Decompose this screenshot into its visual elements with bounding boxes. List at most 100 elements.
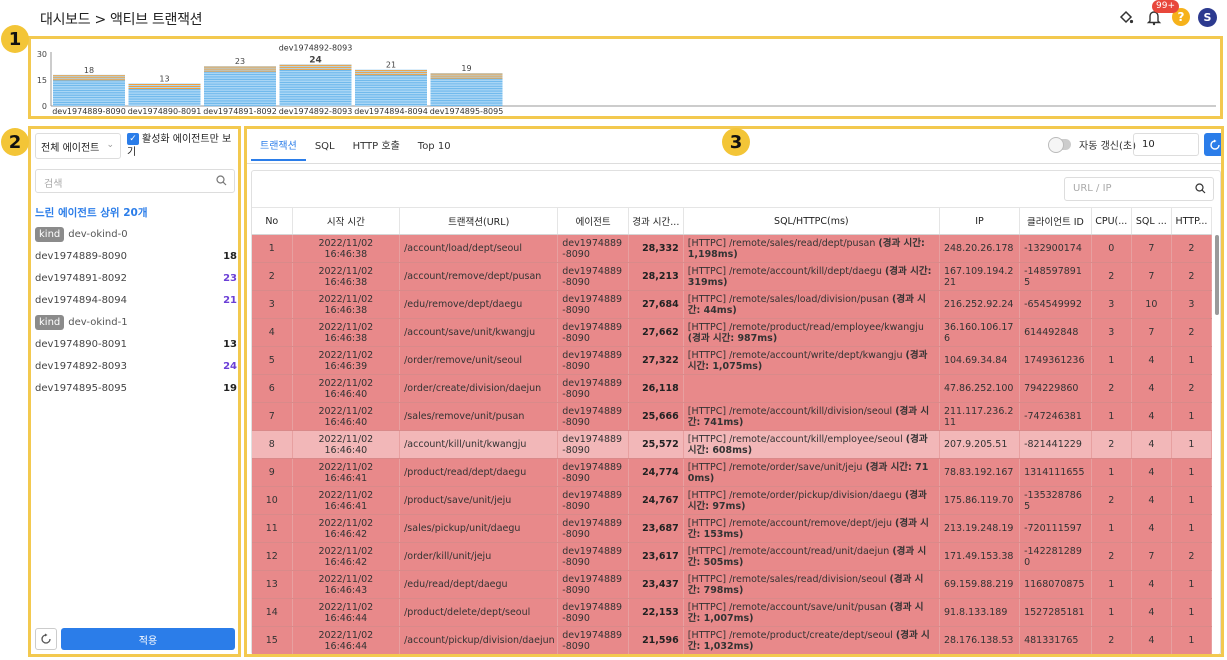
sql-text: [HTTPC] /remote/account/kill/employee/se… xyxy=(687,433,906,445)
table-row[interactable]: 3 2022/11/02 16:46:38/edu/remove/dept/dae… xyxy=(252,290,1213,319)
url-ip-search-input[interactable]: URL / IP xyxy=(1064,177,1214,201)
cell-start-time: 2022/11/02 16:46:43 xyxy=(292,570,401,599)
cell-cpu: 1 xyxy=(1091,598,1132,627)
sql-text: [HTTPC] /remote/sales/read/dept/pusan xyxy=(687,237,879,249)
agent-list-item[interactable]: dev1974891-8092 23 xyxy=(35,267,237,289)
table-row[interactable]: 8 2022/11/02 16:46:40/account/kill/unit/k… xyxy=(252,430,1213,459)
cell-cpu: 1 xyxy=(1091,514,1132,543)
column-header[interactable]: HTTP... xyxy=(1171,207,1213,235)
avatar[interactable]: S xyxy=(1198,7,1217,27)
refresh-interval-input[interactable]: 10 xyxy=(1133,133,1199,156)
sql-text: [HTTPC] /remote/account/remove/dept/jeju xyxy=(687,517,896,529)
cell-http-count: 1 xyxy=(1171,598,1213,627)
agent-list-item[interactable]: dev1974892-8093 24 xyxy=(35,355,237,377)
agent-list-item[interactable]: dev1974895-8095 19 xyxy=(35,377,237,399)
agent-count: 24 xyxy=(223,360,237,372)
cell-sql-httpc: [HTTPC] /remote/order/save/unit/jeju (경과… xyxy=(683,458,940,487)
cell-no: 9 xyxy=(252,458,293,487)
kind-tag: kind xyxy=(35,226,65,242)
notification-bell-icon[interactable]: 99+ xyxy=(1144,0,1179,27)
apply-button[interactable]: 적용 xyxy=(61,628,235,650)
table-row[interactable]: 14 2022/11/02 16:46:44/product/delete/dep… xyxy=(252,598,1213,627)
cell-ip: 36.160.106.176 xyxy=(939,318,1021,347)
cell-elapsed: 28,213 xyxy=(628,262,684,291)
table-row[interactable]: 10 2022/11/02 16:46:41/product/save/unit/… xyxy=(252,486,1213,515)
column-header[interactable]: CPU(... xyxy=(1091,207,1132,235)
table-row[interactable]: 11 2022/11/02 16:46:42/sales/pickup/unit/… xyxy=(252,514,1213,543)
marker-2: 2 xyxy=(1,128,29,156)
tab-transaction[interactable]: 트랜잭션 xyxy=(251,133,306,161)
agent-group[interactable]: kind dev-okind-1 xyxy=(35,311,237,333)
cell-sql-count: 4 xyxy=(1131,346,1172,375)
paint-bucket-icon[interactable] xyxy=(1116,7,1136,27)
table-row[interactable]: 15 2022/11/02 16:46:44/account/pickup/div… xyxy=(252,626,1213,654)
cell-ip: 69.159.88.219 xyxy=(939,570,1021,599)
table-row[interactable]: 5 2022/11/02 16:46:39/order/remove/unit/s… xyxy=(252,346,1213,375)
column-header[interactable]: IP xyxy=(939,207,1021,235)
cell-client-id: 1314111655 xyxy=(1019,458,1092,487)
column-header[interactable]: SQL/HTTPC(ms) xyxy=(683,207,940,235)
cell-no: 13 xyxy=(252,570,293,599)
checkbox-checked-icon[interactable]: ✓ xyxy=(127,133,139,145)
table-row[interactable]: 13 2022/11/02 16:46:43/edu/read/dept/daeg… xyxy=(252,570,1213,599)
table-row[interactable]: 4 2022/11/02 16:46:38/account/save/unit/k… xyxy=(252,318,1213,347)
agent-search-input[interactable]: 검색 xyxy=(35,169,235,193)
table-row[interactable]: 2 2022/11/02 16:46:38/account/remove/dept… xyxy=(252,262,1213,291)
cell-client-id: -821441229 xyxy=(1019,430,1092,459)
search-icon[interactable] xyxy=(1195,183,1206,197)
cell-sql-httpc: [HTTPC] /remote/account/kill/dept/daegu … xyxy=(683,262,940,291)
breadcrumb: 대시보드 > 액티브 트랜잭션 xyxy=(40,12,203,28)
column-header[interactable]: 시작 시간 xyxy=(292,207,401,235)
cell-http-count: 2 xyxy=(1171,234,1213,263)
cell-no: 6 xyxy=(252,374,293,403)
cell-http-count: 1 xyxy=(1171,458,1213,487)
agent-group[interactable]: kind dev-okind-0 xyxy=(35,223,237,245)
agent-list-item[interactable]: dev1974889-8090 18 xyxy=(35,245,237,267)
sql-text: [HTTPC] /remote/product/create/dept/seou… xyxy=(687,629,896,641)
column-header[interactable]: 클라이언트 ID xyxy=(1019,207,1092,235)
active-only-checkbox[interactable]: ✓ 활성화 에이전트만 보기 xyxy=(127,133,235,159)
cell-sql-httpc: [HTTPC] /remote/product/read/employee/kw… xyxy=(683,318,940,347)
cell-cpu: 2 xyxy=(1091,430,1132,459)
refresh-button[interactable] xyxy=(1204,133,1221,156)
table-row[interactable]: 6 2022/11/02 16:46:40/order/create/divisi… xyxy=(252,374,1213,403)
agent-list-item[interactable]: dev1974890-8091 13 xyxy=(35,333,237,355)
agent-select[interactable]: 전체 에이전트 ⌄ xyxy=(35,133,121,159)
cell-url: /product/read/dept/daegu xyxy=(399,458,559,487)
column-header[interactable]: 경과 시간... xyxy=(628,207,684,235)
cell-agent: dev1974889-8090 xyxy=(557,374,629,403)
y-tick-label: 0 xyxy=(42,102,47,111)
cell-agent: dev1974889-8090 xyxy=(557,290,629,319)
cell-agent: dev1974889-8090 xyxy=(557,402,629,431)
tab-http-call[interactable]: HTTP 호출 xyxy=(344,133,409,161)
column-header[interactable]: SQL ... xyxy=(1131,207,1172,235)
auto-refresh-toggle[interactable]: 자동 갱신(초) xyxy=(1048,137,1136,153)
toggle-switch[interactable] xyxy=(1048,137,1071,153)
agent-name: dev1974889-8090 xyxy=(35,250,128,262)
cell-sql-httpc: [HTTPC] /remote/order/pickup/division/da… xyxy=(683,486,940,515)
cell-no: 10 xyxy=(252,486,293,515)
column-header[interactable]: 트랜잭션(URL) xyxy=(399,207,559,235)
cell-agent: dev1974889-8090 xyxy=(557,458,629,487)
cell-ip: 28.176.138.53 xyxy=(939,626,1021,654)
cell-cpu: 1 xyxy=(1091,570,1132,599)
tab-sql[interactable]: SQL xyxy=(306,133,344,161)
column-header[interactable]: No xyxy=(252,207,293,235)
reset-button[interactable] xyxy=(35,628,57,650)
sql-text: [HTTPC] /remote/account/write/dept/kwang… xyxy=(687,349,906,361)
table-scrollbar[interactable] xyxy=(1215,235,1219,315)
cell-cpu: 2 xyxy=(1091,626,1132,654)
table-row[interactable]: 9 2022/11/02 16:46:41/product/read/dept/d… xyxy=(252,458,1213,487)
agent-list-item[interactable]: dev1974894-8094 21 xyxy=(35,289,237,311)
cell-elapsed: 23,617 xyxy=(628,542,684,571)
table-row[interactable]: 7 2022/11/02 16:46:40/sales/remove/unit/p… xyxy=(252,402,1213,431)
cell-cpu: 1 xyxy=(1091,458,1132,487)
table-row[interactable]: 12 2022/11/02 16:46:42/order/kill/unit/je… xyxy=(252,542,1213,571)
chevron-down-icon: ⌄ xyxy=(106,140,114,150)
table-row[interactable]: 1 2022/11/02 16:46:38/account/load/dept/s… xyxy=(252,234,1213,263)
column-header[interactable]: 에이전트 xyxy=(557,207,629,235)
sql-text: [HTTPC] /remote/account/kill/division/se… xyxy=(687,405,896,417)
tab-top10[interactable]: Top 10 xyxy=(409,133,460,161)
agent-name: dev1974894-8094 xyxy=(35,294,128,306)
search-icon[interactable] xyxy=(216,175,227,189)
